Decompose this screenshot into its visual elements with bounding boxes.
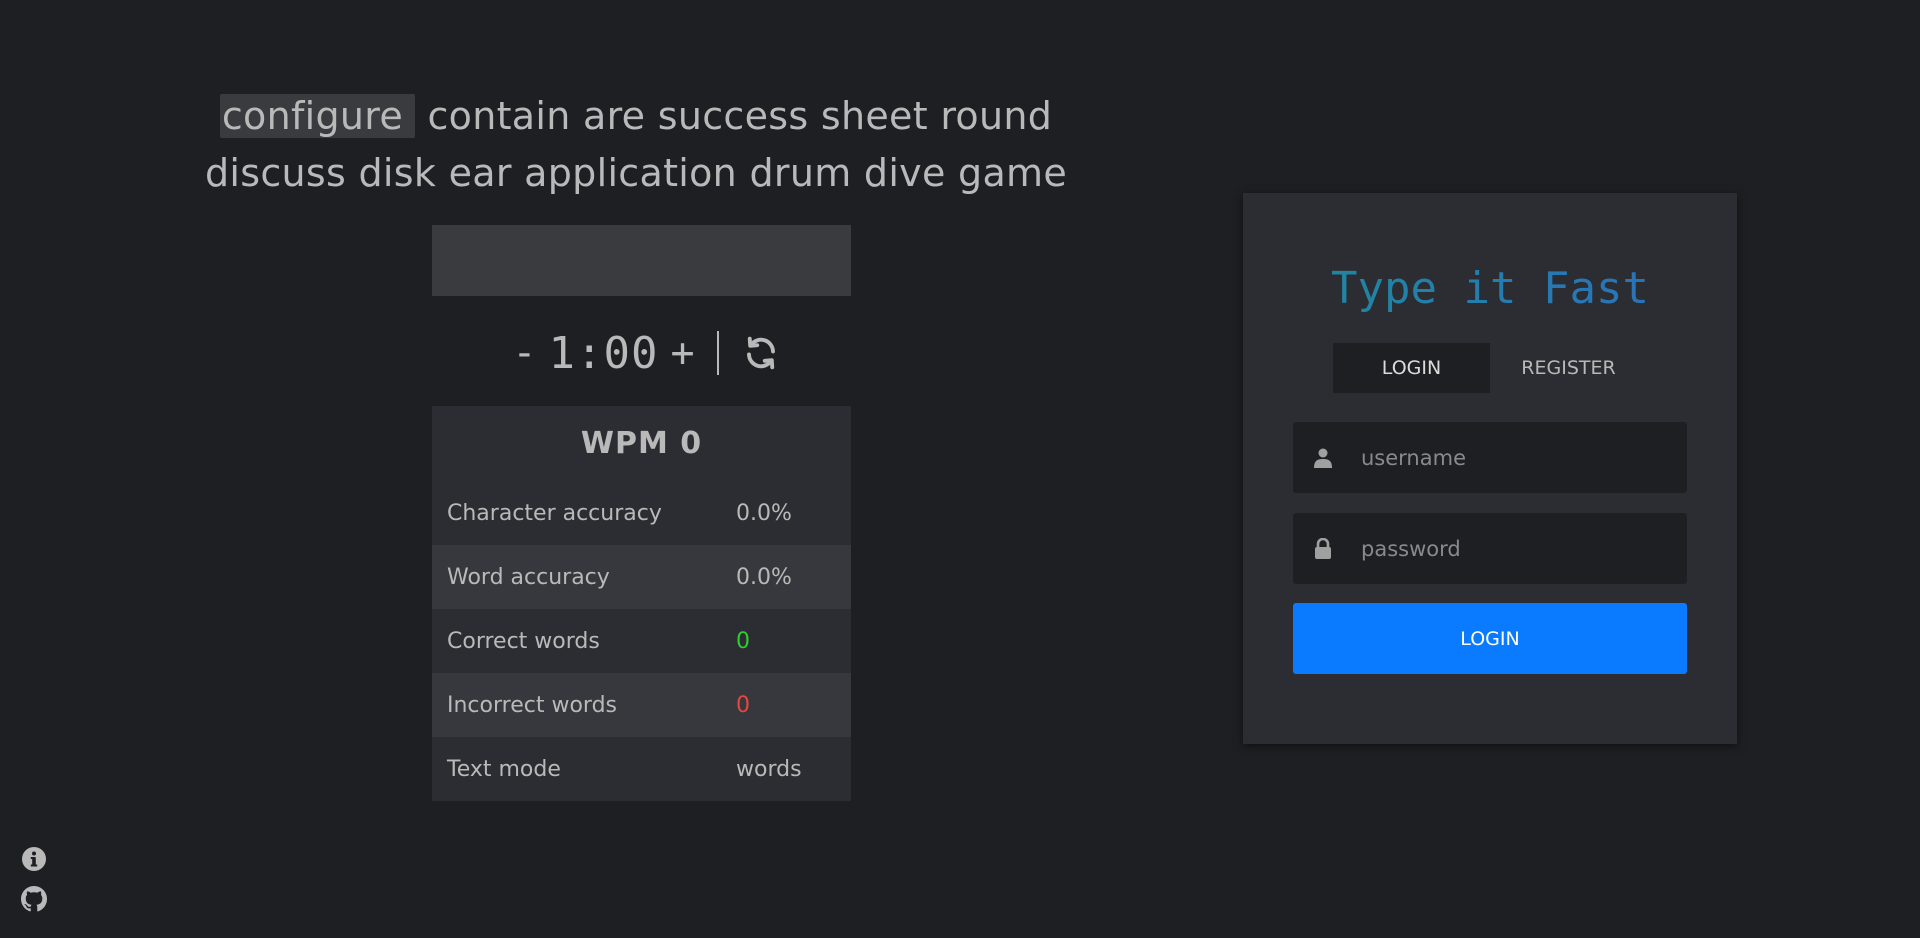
prompt-word: are (583, 94, 646, 138)
username-field (1293, 422, 1687, 493)
user-icon (1293, 448, 1353, 468)
stats-row: Incorrect words 0 (432, 673, 851, 737)
word-prompt: configure contain are success sheet roun… (196, 88, 1076, 202)
timer-controls: - 1:00 + (432, 320, 851, 386)
prompt-word-current: configure (219, 94, 416, 138)
auth-tabs: LOGIN REGISTER (1333, 343, 1647, 393)
login-button[interactable]: LOGIN (1293, 603, 1687, 674)
prompt-word: drum (749, 151, 852, 195)
timer-divider (716, 331, 719, 375)
prompt-word: disk (358, 151, 437, 195)
typing-input[interactable] (432, 225, 851, 296)
prompt-word: game (958, 151, 1068, 195)
prompt-word: success (657, 94, 809, 138)
stats-row: Text mode words (432, 737, 851, 801)
timer-decrement-button[interactable]: - (504, 330, 544, 376)
stats-value-incorrect: 0 (736, 692, 750, 718)
stats-row: Correct words 0 (432, 609, 851, 673)
stats-value-correct: 0 (736, 628, 750, 654)
prompt-word: round (940, 94, 1053, 138)
tab-register[interactable]: REGISTER (1490, 343, 1647, 393)
prompt-word: ear (448, 151, 512, 195)
stats-row: Character accuracy 0.0% (432, 481, 851, 545)
stats-row: Word accuracy 0.0% (432, 545, 851, 609)
prompt-word: dive (863, 151, 946, 195)
prompt-word: contain (427, 94, 571, 138)
tab-login[interactable]: LOGIN (1333, 343, 1490, 393)
wpm-header: WPM 0 (432, 406, 851, 481)
lock-icon (1293, 538, 1353, 559)
stats-rows: Character accuracy 0.0% Word accuracy 0.… (432, 481, 851, 801)
stats-label: Incorrect words (447, 692, 617, 718)
stats-value: words (736, 756, 802, 782)
prompt-word: sheet (820, 94, 928, 138)
prompt-word: application (524, 151, 738, 195)
prompt-word: discuss (204, 151, 347, 195)
stats-table: WPM 0 Character accuracy 0.0% Word accur… (432, 406, 851, 801)
timer-value: 1:00 (548, 327, 659, 379)
app-title: Type it Fast (1243, 263, 1737, 314)
stats-label: Character accuracy (447, 500, 662, 526)
timer-increment-button[interactable]: + (662, 330, 702, 376)
stats-value: 0.0% (736, 564, 792, 590)
stats-label: Word accuracy (447, 564, 610, 590)
username-input[interactable] (1353, 422, 1687, 493)
password-input[interactable] (1353, 513, 1687, 584)
password-field (1293, 513, 1687, 584)
stats-value: 0.0% (736, 500, 792, 526)
stats-label: Correct words (447, 628, 600, 654)
info-icon[interactable] (21, 846, 47, 872)
auth-card: Type it Fast LOGIN REGISTER LOGIN (1243, 193, 1737, 744)
refresh-icon[interactable] (743, 335, 779, 371)
github-icon[interactable] (21, 886, 47, 912)
stats-label: Text mode (447, 756, 561, 782)
